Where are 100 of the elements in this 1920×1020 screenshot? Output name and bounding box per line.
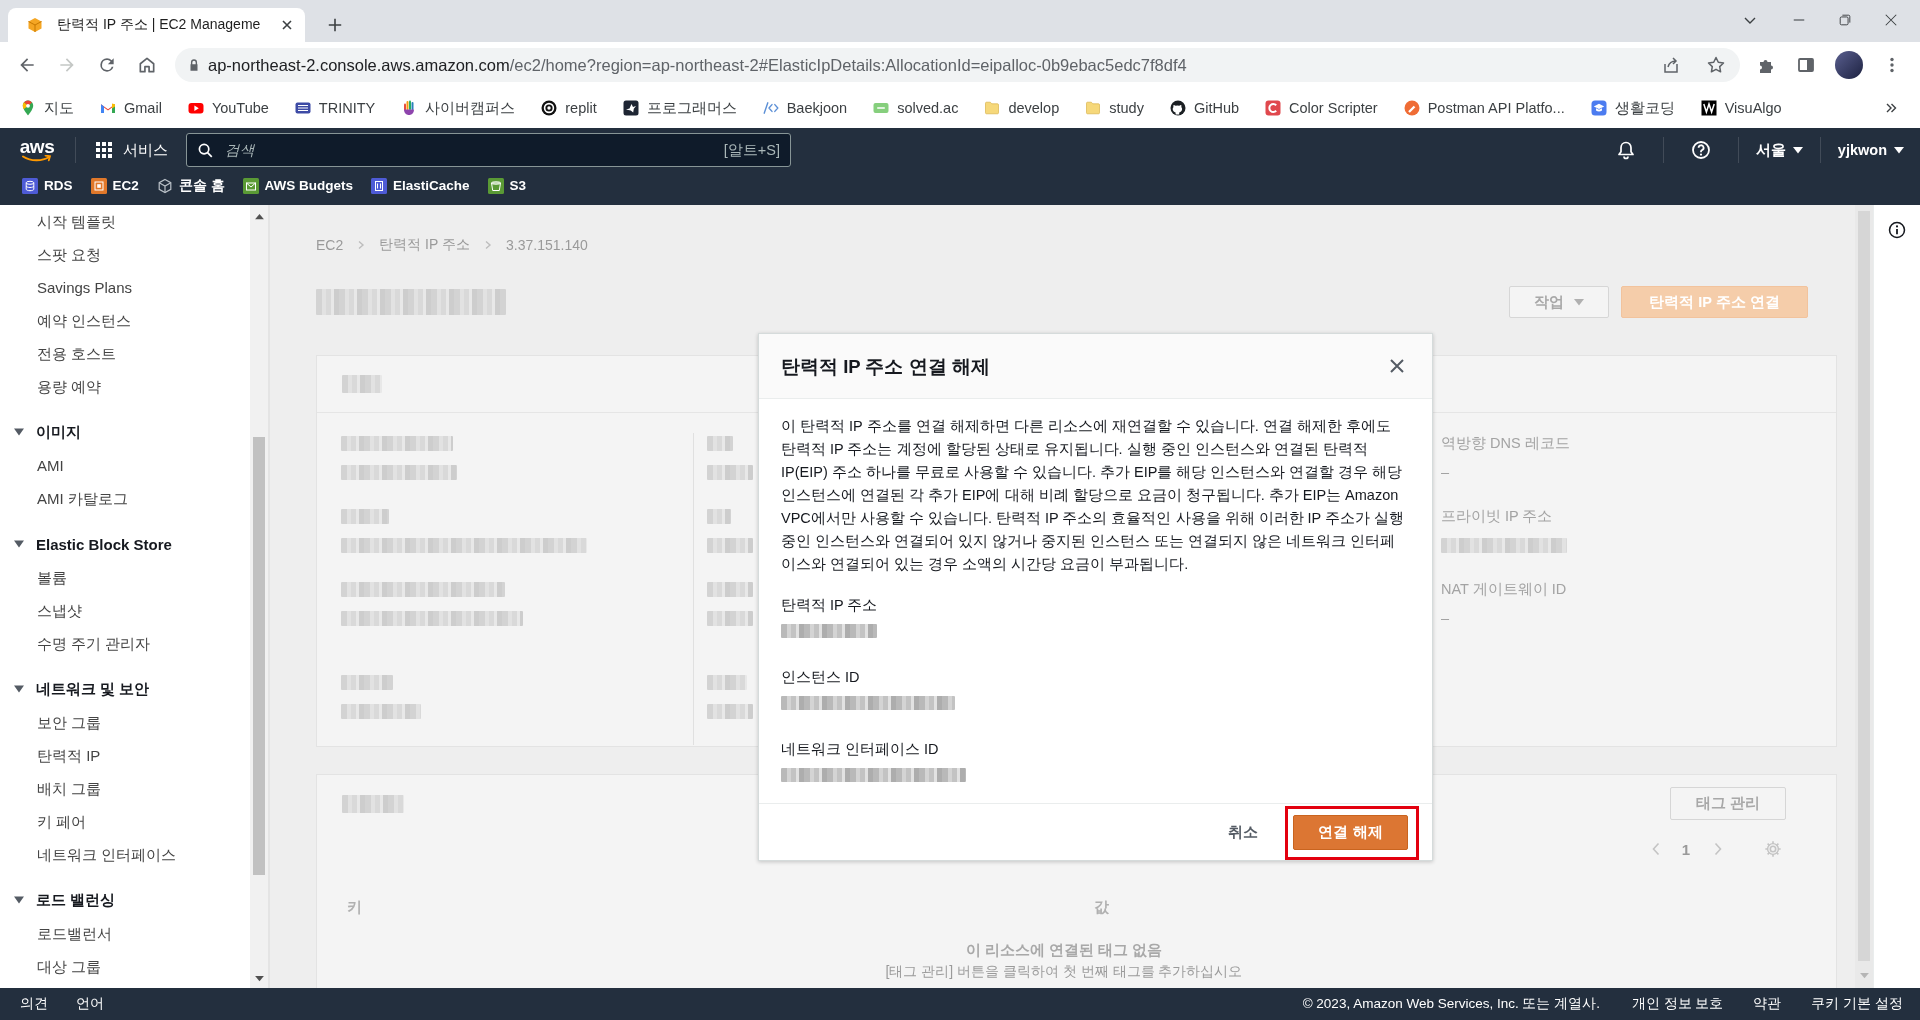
logo-link[interactable]: aws: [19, 137, 55, 163]
grid-icon: [96, 142, 112, 158]
bookmark[interactable]: solved.ac: [865, 94, 967, 122]
favorite-link[interactable]: 콘솔 홈: [156, 176, 225, 195]
c-tile-icon: [1265, 100, 1282, 116]
bookmark[interactable]: TRINITY: [286, 94, 384, 122]
scroll-up-arrow-icon[interactable]: [254, 213, 264, 220]
browser-tab[interactable]: 탄력적 IP 주소 | EC2 Manageme: [8, 8, 305, 42]
close-icon[interactable]: [1389, 358, 1405, 374]
sidebar-link[interactable]: 시작 템플릿: [0, 205, 250, 238]
caret-icon: [1574, 297, 1584, 307]
breadcrumb-current: 3.37.151.140: [506, 237, 588, 253]
memory-tile-icon: [371, 177, 388, 194]
side-panel-icon[interactable]: [1796, 55, 1816, 75]
favorite-link[interactable]: EC2: [90, 177, 139, 194]
tile-icon: [873, 100, 890, 116]
sidebar-link[interactable]: 네트워크 인터페이스: [0, 838, 250, 871]
copyright-text: © 2023, Amazon Web Services, Inc. 또는 계열사.: [1302, 995, 1600, 1013]
sidebar-link[interactable]: 스팟 요청: [0, 238, 250, 271]
sidebar-section-header[interactable]: 이미지: [0, 415, 250, 449]
field-label: 역방향 DNS 레코드: [1441, 433, 1570, 453]
dialog-message: 이 탄력적 IP 주소를 연결 해제하면 다른 리소스에 재연결할 수 있습니다. 연결 해제한 후에도 탄력적 IP 주소는 계정에 할당된 상태로 유지됩니다. 실행 중인 인스턴스와 연결된 탄력적 IP(EIP) 주소 하나를 무료로 사용할 수 있습니다. 추가 EIP를 해당 인스턴스와 연결할 경우 해당 인스턴스에 연결된 각 추가 EIP에 대해 비례 할당으로 요금이 청구됩니다. 추가 EIP는 Amazon VPC에서만 사용할 수 있습니다. 탄력적 IP 주소의 효율적인 사용을 위해 이러한 IP 주소가 실행 중인 인스턴스와 연결되어 있지 않거나 중지된 인스턴스 또는 연결되지 않은 네트워크 인터페이스와 연결되어 있는 경우 소액의 시간당 요금이 부과됩니다.: [781, 417, 1406, 574]
footer-link[interactable]: 쿠키 기본 설정: [1811, 995, 1903, 1013]
cancel-button[interactable]: 취소: [1208, 815, 1278, 850]
footer-link[interactable]: 의견: [20, 995, 48, 1013]
sidebar-link[interactable]: 대상 그룹: [0, 950, 250, 983]
bookmark[interactable]: study: [1077, 94, 1152, 122]
sidebar-link[interactable]: 배치 그룹: [0, 772, 250, 805]
swirl-icon: [541, 100, 558, 116]
bookmark[interactable]: Postman API Platfo...: [1395, 94, 1573, 122]
sidebar-section-header[interactable]: Elastic Block Store: [0, 527, 250, 561]
footer-link[interactable]: 언어: [76, 995, 104, 1013]
sidebar-link[interactable]: AMI 카탈로그: [0, 482, 250, 515]
info-icon[interactable]: [1888, 221, 1906, 239]
sidebar-link[interactable]: 전용 호스트: [0, 337, 250, 370]
search-bar[interactable]: 검색 [알트+S]: [186, 133, 791, 167]
reload-icon[interactable]: [97, 55, 117, 75]
field-value: –: [1441, 610, 1450, 626]
avatar-icon[interactable]: [1835, 51, 1863, 79]
sidebar-link[interactable]: 예약 인스턴스: [0, 304, 250, 337]
help-icon[interactable]: [1690, 140, 1711, 160]
folder-icon: [1085, 100, 1102, 116]
bookmark[interactable]: GitHub: [1161, 94, 1248, 122]
cube-icon: [156, 177, 173, 194]
empty-state-hint: [태그 관리] 버튼을 클릭하여 첫 번째 태그를 추가하십시오: [884, 962, 1244, 980]
sidebar-link[interactable]: AMI: [0, 449, 250, 482]
bird-tile-icon: [622, 100, 639, 116]
footer-link[interactable]: 약관: [1753, 995, 1782, 1013]
sidebar-link[interactable]: 키 페어: [0, 805, 250, 838]
bookmark[interactable]: 지도: [12, 94, 82, 122]
home-icon[interactable]: [137, 55, 157, 75]
account-menu[interactable]: yjkwon: [1837, 142, 1904, 158]
sidebar-link[interactable]: 보안 그룹: [0, 706, 250, 739]
sidebar-link[interactable]: 볼륨: [0, 561, 250, 594]
bookmark[interactable]: replit: [533, 94, 605, 122]
envelope-tile-icon: [242, 177, 259, 194]
scrollbar-track[interactable]: [1855, 205, 1873, 988]
star-icon[interactable]: [1706, 55, 1726, 75]
scroll-down-arrow-icon[interactable]: [254, 975, 264, 982]
share-icon[interactable]: [1661, 55, 1681, 75]
sidebar-link[interactable]: Savings Plans: [0, 271, 250, 304]
scrollbar-thumb[interactable]: [253, 437, 265, 875]
sidebar-link[interactable]: 수명 주기 관리자: [0, 627, 250, 660]
close-icon[interactable]: [1884, 13, 1898, 27]
bookmark[interactable]: YouTube: [179, 94, 277, 122]
sidebar-section-header[interactable]: 네트워크 및 보안: [0, 672, 250, 706]
double-chevron-icon[interactable]: [1884, 101, 1898, 115]
favorite-link[interactable]: AWS Budgets: [242, 177, 354, 194]
region-menu[interactable]: 서울: [1755, 140, 1803, 160]
restore-icon[interactable]: [1838, 13, 1852, 27]
sidebar-link[interactable]: 용량 예약: [0, 370, 250, 403]
sidebar-section-header[interactable]: 로드 밸런싱: [0, 883, 250, 917]
sidebar-link[interactable]: 탄력적 IP: [0, 739, 250, 772]
sidebar-link[interactable]: 로드밸런서: [0, 917, 250, 950]
bookmark[interactable]: 프로그래머스: [614, 94, 745, 122]
bookmark[interactable]: Gmail: [92, 94, 170, 122]
address-bar[interactable]: ap-northeast-2.console.aws.amazon.com/ec2/home?region=ap-northeast-2#ElasticIpDetails:AllocationId=eipalloc-0b9ebac5edc7f8df4: [175, 48, 1740, 82]
bell-icon[interactable]: [1615, 140, 1636, 160]
bookmark[interactable]: develop: [976, 94, 1068, 122]
search-input[interactable]: 검색: [225, 138, 724, 162]
sidebar-link[interactable]: 스냅샷: [0, 594, 250, 627]
plus-icon[interactable]: [327, 17, 343, 33]
bookmark[interactable]: Baekjoon: [754, 94, 856, 122]
slash-circle-icon: [1403, 100, 1420, 116]
bookmark[interactable]: 사이버캠퍼스: [393, 94, 524, 122]
favorite-link[interactable]: ElastiCache: [371, 177, 470, 194]
field-value: –: [1441, 464, 1450, 480]
bookmark[interactable]: VisuAlgo: [1692, 94, 1790, 122]
field-label: 네트워크 인터페이스 ID: [781, 740, 940, 759]
shortcut-hint: [알트+S]: [723, 140, 780, 160]
map-pin-icon: [20, 100, 36, 116]
favorite-link[interactable]: RDS: [22, 177, 73, 194]
footer-link[interactable]: 개인 정보 보호: [1631, 995, 1724, 1013]
code-brackets-icon: [762, 100, 779, 116]
bookmark[interactable]: Color Scripter: [1257, 94, 1386, 122]
bookmark[interactable]: 생활코딩: [1582, 94, 1683, 122]
scrollbar-track[interactable]: [250, 205, 270, 988]
favorite-link[interactable]: S3: [487, 177, 527, 194]
services-menu-button[interactable]: 서비스: [96, 140, 168, 160]
bucket-tile-icon: [487, 177, 504, 194]
